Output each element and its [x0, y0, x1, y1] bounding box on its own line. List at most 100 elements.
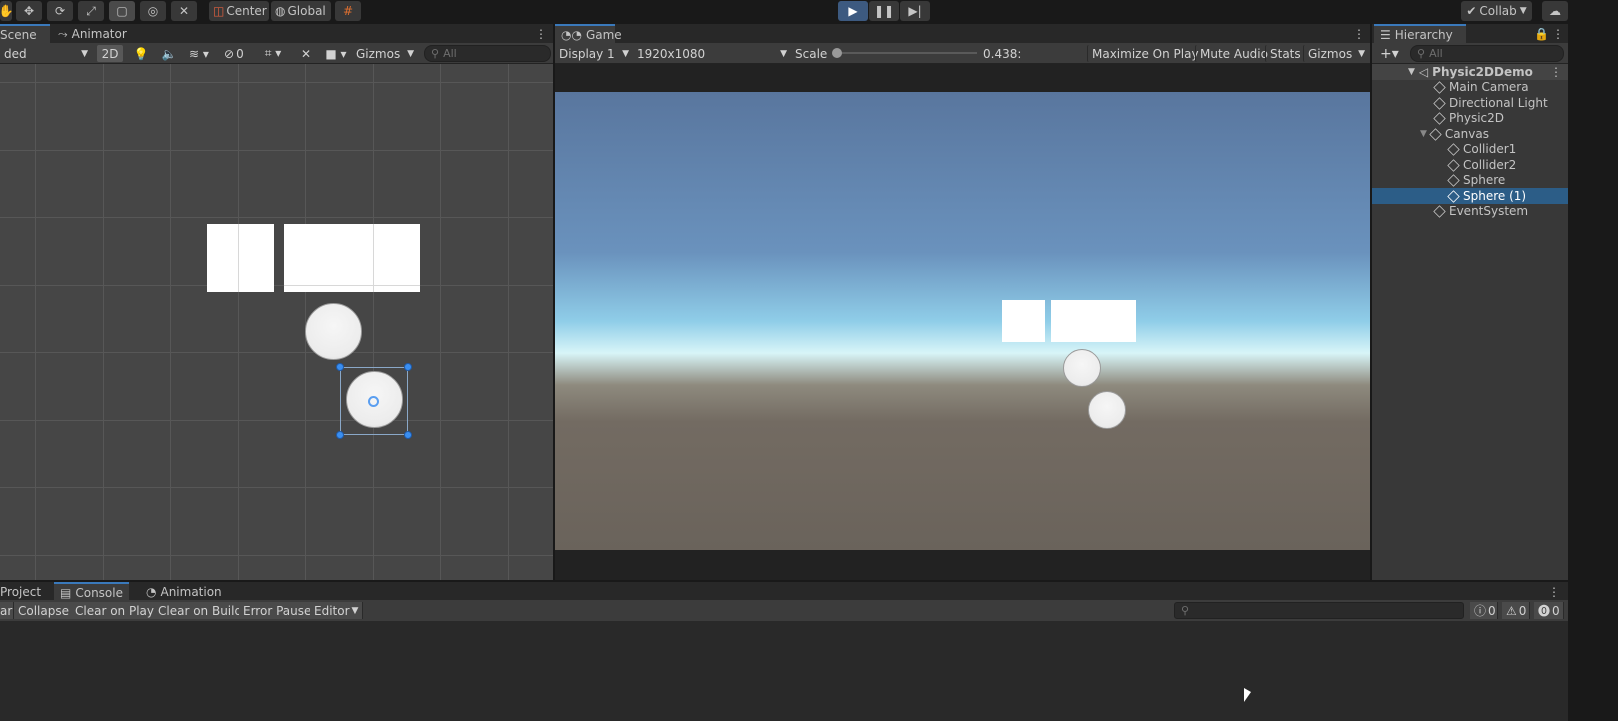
grid-dropdown[interactable]: ⌗ ▾: [254, 45, 292, 62]
pause-button[interactable]: ❚❚: [869, 1, 899, 21]
resize-handle[interactable]: [336, 431, 344, 439]
collab-dropdown[interactable]: ✔ Collab ▼: [1461, 1, 1532, 21]
pivot-rotation-button[interactable]: ◍ Global: [271, 1, 331, 21]
tab-console[interactable]: ▤ Console: [54, 582, 129, 602]
search-icon: ⚲: [431, 47, 440, 60]
hidden-objects-toggle[interactable]: ⊘ 0: [220, 45, 252, 62]
gizmos-dropdown[interactable]: Gizmos ▼: [352, 45, 418, 62]
tab-game[interactable]: ◔◔ Game: [555, 24, 622, 44]
clear-on-build-toggle[interactable]: Clear on Build: [154, 602, 248, 619]
grid-line: [508, 64, 509, 580]
clear-on-play-label: Clear on Play: [75, 603, 154, 618]
hierarchy-menu-icon[interactable]: ⋮: [1552, 26, 1564, 42]
chevron-down-icon: ▼: [81, 48, 88, 59]
resize-handle[interactable]: [404, 363, 412, 371]
cloud-icon[interactable]: ☁: [1542, 1, 1568, 21]
tab-hierarchy-label: Hierarchy: [1394, 28, 1453, 42]
chevron-down-icon: ▼: [1420, 129, 1427, 139]
hierarchy-item-canvas[interactable]: ▼ Canvas: [1372, 126, 1568, 142]
console-menu-icon[interactable]: ⋮: [1548, 584, 1560, 600]
scale-slider-track[interactable]: [835, 52, 977, 54]
resize-handle[interactable]: [336, 363, 344, 371]
game-gizmos-dropdown[interactable]: Gizmos ▼: [1303, 45, 1369, 62]
game-menu-icon[interactable]: ⋮: [1353, 26, 1365, 42]
error-pause-toggle[interactable]: Error Pause: [239, 602, 317, 619]
tab-scene-label: Scene: [0, 28, 37, 42]
audio-icon[interactable]: 🔈: [156, 45, 182, 62]
grid-line: [0, 217, 553, 218]
scene-search-input[interactable]: ⚲ All: [424, 45, 551, 62]
bottom-tabstrip: Project ▤ Console ◔ Animation ⋮: [0, 582, 1568, 602]
tab-animation[interactable]: ◔ Animation: [140, 582, 228, 602]
scale-slider-thumb[interactable]: [832, 48, 842, 58]
hand-tool-icon[interactable]: ✋: [0, 1, 13, 21]
warning-filter-toggle[interactable]: ⚠ 0: [1502, 602, 1530, 619]
collider1-object[interactable]: [207, 224, 274, 292]
lock-icon[interactable]: 🔒: [1534, 26, 1549, 42]
resolution-dropdown[interactable]: 1920x1080 ▼: [633, 45, 789, 62]
effects-dropdown[interactable]: ≋ ▾: [180, 45, 218, 62]
stats-toggle[interactable]: Stats: [1265, 45, 1303, 62]
hierarchy-item-main-camera[interactable]: Main Camera: [1372, 79, 1568, 95]
scale-tool-icon[interactable]: ⤢: [78, 1, 104, 21]
transform-tool-icon[interactable]: ◎: [140, 1, 166, 21]
tab-animator[interactable]: ⤳ Animator: [52, 24, 133, 44]
scale-label: Scale: [791, 45, 831, 62]
clock-icon: ◔: [146, 585, 157, 599]
hierarchy-item-collider1[interactable]: Collider1: [1372, 141, 1568, 157]
lighting-icon[interactable]: 💡: [128, 45, 154, 62]
play-button[interactable]: ▶: [838, 1, 868, 21]
tab-scene[interactable]: Scene: [0, 24, 50, 44]
hierarchy-item-sphere-1[interactable]: Sphere (1): [1372, 188, 1568, 204]
clear-label: ar: [0, 603, 13, 618]
add-object-dropdown[interactable]: +▾: [1376, 45, 1406, 62]
tab-hierarchy[interactable]: ☰ Hierarchy: [1374, 24, 1466, 44]
collider2-object[interactable]: [284, 224, 420, 292]
hierarchy-item-sphere[interactable]: Sphere: [1372, 172, 1568, 188]
scene-root-row[interactable]: ▼ ◁ Physic2DDemo ⋮: [1372, 64, 1568, 80]
grid-snap-icon[interactable]: #: [335, 1, 361, 21]
hierarchy-item-eventsystem[interactable]: EventSystem: [1372, 203, 1568, 219]
toggle-2d-button[interactable]: 2D: [97, 45, 123, 62]
console-log-area[interactable]: [0, 621, 1568, 721]
eye-slash-icon: ⊘: [224, 46, 235, 61]
scene-name: Physic2DDemo: [1432, 65, 1533, 79]
move-tool-icon[interactable]: ✥: [16, 1, 42, 21]
grid-line: [238, 224, 239, 292]
hierarchy-item-physic2d[interactable]: Physic2D: [1372, 110, 1568, 126]
scene-view[interactable]: [0, 64, 553, 580]
custom-tool-icon[interactable]: ✕: [171, 1, 197, 21]
clear-button[interactable]: ar: [0, 602, 14, 619]
game-toolbar: Display 1 ▼ 1920x1080 ▼ Scale 0.438: Max…: [555, 43, 1370, 64]
editor-dropdown[interactable]: Editor ▼: [310, 602, 364, 619]
maximize-on-play-toggle[interactable]: Maximize On Play: [1087, 45, 1199, 62]
scene-menu-icon[interactable]: ⋮: [535, 26, 547, 42]
tab-animation-label: Animation: [160, 585, 222, 599]
display-dropdown[interactable]: Display 1 ▼: [555, 45, 631, 62]
info-filter-toggle[interactable]: ⓘ 0: [1470, 602, 1498, 619]
hierarchy-item-collider2[interactable]: Collider2: [1372, 157, 1568, 173]
collapse-label: Collapse: [18, 603, 69, 618]
collider2-render: [1051, 300, 1136, 342]
rect-tool-icon[interactable]: ▢: [109, 1, 135, 21]
tab-project[interactable]: Project: [0, 582, 47, 602]
step-button[interactable]: ▶|: [900, 1, 930, 21]
camera-dropdown[interactable]: ■ ▾: [320, 45, 352, 62]
clear-on-play-toggle[interactable]: Clear on Play: [71, 602, 159, 619]
game-view[interactable]: [555, 64, 1370, 580]
hierarchy-item-directional-light[interactable]: Directional Light: [1372, 95, 1568, 111]
error-filter-toggle[interactable]: ⓿ 0: [1534, 602, 1564, 619]
collapse-toggle[interactable]: Collapse: [14, 602, 74, 619]
tools-icon[interactable]: ✕: [296, 45, 316, 62]
rotate-tool-icon[interactable]: ⟳: [47, 1, 73, 21]
collab-label: Collab: [1479, 4, 1517, 18]
pivot-handle[interactable]: [368, 396, 379, 407]
mute-audio-toggle[interactable]: Mute Audio: [1195, 45, 1268, 62]
hierarchy-search-input[interactable]: ⚲ All: [1410, 45, 1564, 62]
resize-handle[interactable]: [404, 431, 412, 439]
sphere-object[interactable]: [305, 303, 362, 360]
pivot-mode-button[interactable]: ◫ Center: [209, 1, 269, 21]
shading-mode-dropdown[interactable]: ded ▼: [0, 45, 90, 62]
row-menu-icon[interactable]: ⋮: [1550, 65, 1562, 79]
console-search-input[interactable]: ⚲: [1174, 602, 1464, 619]
